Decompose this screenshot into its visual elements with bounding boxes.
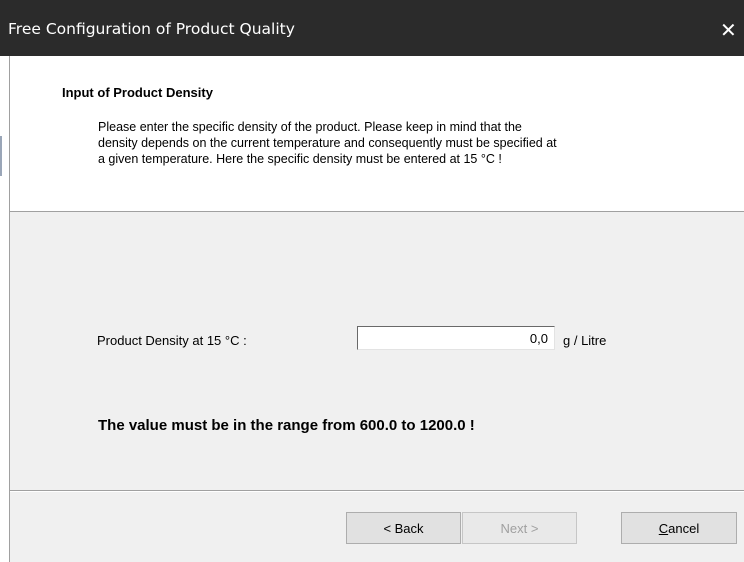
description-line-1: Please enter the specific density of the… <box>98 120 522 134</box>
title-bar: Free Configuration of Product Quality ✕ <box>0 0 744 56</box>
cancel-button[interactable]: Cancel <box>621 512 737 544</box>
unit-label: g / Litre <box>563 333 607 348</box>
header-panel: Input of Product Density Please enter th… <box>10 56 744 212</box>
cancel-label-rest: ancel <box>668 520 700 536</box>
density-label: Product Density at 15 °C : <box>97 333 247 348</box>
left-background-strip <box>0 56 9 562</box>
back-button[interactable]: < Back <box>346 512 461 544</box>
wizard-dialog: Input of Product Density Please enter th… <box>9 56 744 562</box>
description-line-3: a given temperature. Here the specific d… <box>98 152 502 166</box>
close-icon[interactable]: ✕ <box>720 16 744 44</box>
next-button[interactable]: Next > <box>462 512 577 544</box>
cancel-mnemonic: C <box>658 520 669 536</box>
page-description: Please enter the specific density of the… <box>98 119 698 167</box>
left-edge-accent <box>0 136 2 176</box>
density-input[interactable] <box>357 326 555 350</box>
form-panel: Product Density at 15 °C : g / Litre The… <box>10 213 744 489</box>
footer-divider <box>10 490 744 492</box>
page-title: Input of Product Density <box>62 85 213 100</box>
description-line-2: density depends on the current temperatu… <box>98 136 557 150</box>
range-note: The value must be in the range from 600.… <box>98 417 475 434</box>
window-title: Free Configuration of Product Quality <box>8 20 295 38</box>
